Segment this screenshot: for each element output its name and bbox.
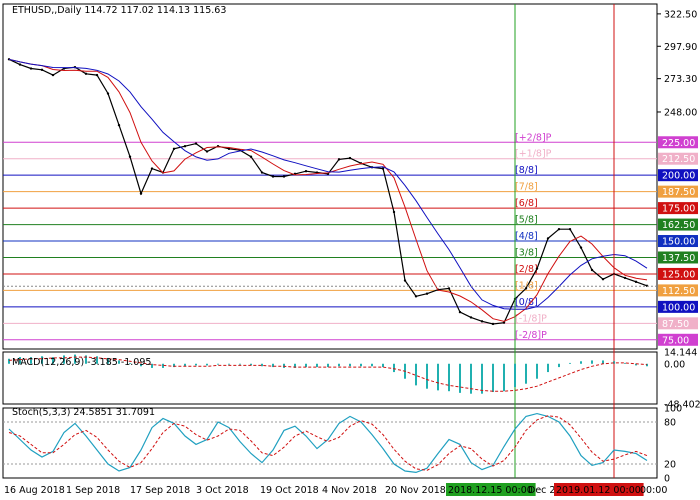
- macd-tick-label: 0.00: [664, 359, 685, 370]
- price-point: [568, 227, 572, 231]
- murrey-label: [1/8]: [515, 280, 538, 291]
- price-point: [348, 156, 352, 160]
- price-tick-label: 273.30: [664, 74, 697, 85]
- price-tag-label: 187.50: [662, 187, 695, 198]
- murrey-label: [+1/8]P: [515, 149, 552, 160]
- x-tick-label: 1 Sep 2018: [66, 485, 120, 496]
- murrey-label: [5/8]: [515, 215, 538, 226]
- x-tick-label: 4 Nov 2018: [322, 485, 377, 496]
- price-tag-label: 137.50: [662, 253, 695, 264]
- price-point: [150, 167, 154, 170]
- price-point: [172, 147, 176, 151]
- price-tag-label: 162.50: [662, 220, 695, 231]
- price-tick-label: 322.50: [664, 9, 697, 20]
- price-point: [502, 321, 506, 324]
- stoch-tick-label: 100: [664, 404, 682, 415]
- price-point: [29, 67, 33, 70]
- price-point: [304, 170, 308, 173]
- price-tag-label: 125.00: [662, 269, 695, 280]
- stoch-tick-label: 0: [664, 474, 670, 485]
- price-point: [403, 279, 407, 282]
- murrey-label: [8/8]: [515, 165, 538, 176]
- stoch-frame: [2, 407, 658, 479]
- murrey-label: [-2/8]P: [515, 330, 547, 341]
- price-tick-label: 248.00: [664, 107, 697, 118]
- price-point: [634, 280, 638, 284]
- x-tick-label: 2018.12.15 00:00: [448, 485, 533, 496]
- price-point: [194, 142, 198, 145]
- price-point: [623, 276, 627, 280]
- price-point: [590, 268, 594, 272]
- price-point: [205, 150, 209, 153]
- macd-label: MACD(12,26,9) -3.185 -1.095: [12, 357, 151, 368]
- price-tag-label: 75.00: [662, 335, 689, 346]
- price-point: [458, 310, 462, 314]
- price-point: [249, 155, 253, 158]
- price-point: [557, 227, 561, 231]
- price-point: [337, 158, 341, 161]
- x-tick-label: 3 Oct 2018: [196, 485, 249, 496]
- price-point: [84, 72, 88, 75]
- ma-fast-line: [8, 58, 648, 322]
- price-point: [282, 175, 286, 178]
- chart-content: 322.50 297.90 273.30 248.00 [+2/8]P 225.00 [+1…: [2, 3, 700, 496]
- price-point: [95, 73, 99, 77]
- price-frame: [2, 3, 658, 350]
- price-point: [469, 316, 473, 319]
- price-point: [480, 320, 484, 323]
- murrey-label: [3/8]: [515, 247, 538, 258]
- macd-tick-label: 14.144: [664, 348, 697, 359]
- price-point: [183, 145, 187, 148]
- x-tick-label: 19 Oct 2018: [260, 485, 319, 496]
- x-tick-label: Dec 2: [528, 485, 555, 496]
- murrey-label: [-1/8]P: [515, 313, 547, 324]
- price-point: [117, 123, 121, 127]
- stoch-tick-label: 80: [664, 418, 676, 429]
- price-tag-label: 212.50: [662, 154, 695, 165]
- price-point: [271, 175, 275, 178]
- stoch-label: Stoch(5,3,3) 24.5851 31.7091: [12, 407, 155, 418]
- price-tick-label: 297.90: [664, 42, 697, 53]
- x-tick-label: 20 Nov 2018: [385, 485, 446, 496]
- x-tick-label: 17 Sep 2018: [130, 485, 190, 496]
- price-point: [414, 295, 418, 298]
- price-tag-label: 112.50: [662, 286, 695, 297]
- price-point: [491, 322, 495, 326]
- price-tag-label: 100.00: [662, 302, 695, 313]
- chart-header: ETHUSD,,Daily 114.72 117.02 114.13 115.6…: [12, 5, 226, 16]
- price-point: [51, 73, 55, 77]
- stoch-tick-label: 20: [664, 460, 676, 471]
- price-point: [392, 210, 396, 214]
- price-point: [260, 171, 264, 174]
- price-tag-label: 175.00: [662, 204, 695, 215]
- price-point: [447, 287, 451, 290]
- price-point: [524, 287, 528, 290]
- price-point: [128, 155, 132, 158]
- stoch-signal-line: [8, 415, 648, 471]
- price-tag-label: 225.00: [662, 138, 695, 149]
- price-point: [546, 237, 550, 240]
- x-tick-label: 2019.01.12 00:00: [556, 485, 641, 496]
- murrey-label: [6/8]: [515, 198, 538, 209]
- price-point: [106, 92, 110, 95]
- price-point: [139, 192, 143, 195]
- price-point: [601, 278, 605, 281]
- price-point: [425, 292, 429, 295]
- chart-svg: 322.50 297.90 273.30 248.00 [+2/8]P 225.00 [+1…: [2, 3, 700, 496]
- price-tag-label: 200.00: [662, 171, 695, 182]
- price-tag-label: 150.00: [662, 237, 695, 248]
- price-point: [18, 63, 22, 66]
- price-point: [579, 246, 583, 249]
- murrey-label: [7/8]: [515, 182, 538, 193]
- price-point: [381, 167, 385, 170]
- ma-slow-line: [8, 58, 648, 310]
- price-tag-label: 87.50: [662, 319, 689, 330]
- murrey-label: [+2/8]P: [515, 132, 552, 143]
- price-point: [535, 267, 539, 270]
- x-tick-label: 16 Aug 2018: [4, 485, 65, 496]
- price-point: [40, 68, 44, 72]
- x-tick-label: 00:00: [640, 485, 667, 496]
- murrey-label: [4/8]: [515, 231, 538, 242]
